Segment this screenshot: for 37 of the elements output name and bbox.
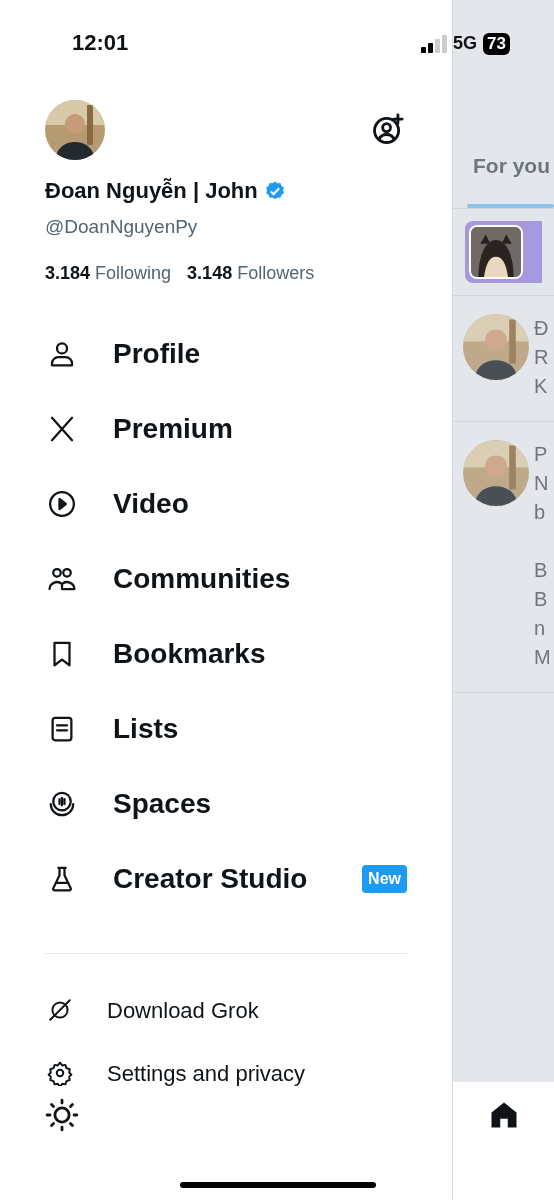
- play-icon: [47, 489, 77, 519]
- profile-name: Đoan Nguyễn | John: [45, 177, 258, 205]
- banner-card[interactable]: [465, 221, 542, 283]
- post-text: n: [534, 616, 547, 641]
- feed-tab[interactable]: For you: [473, 150, 554, 182]
- theme-sun-icon[interactable]: [45, 1097, 79, 1132]
- post-text: B: [534, 558, 549, 583]
- grok-icon: [47, 997, 73, 1023]
- menu-item[interactable]: Communities: [113, 558, 291, 600]
- menu-item[interactable]: Profile: [113, 333, 201, 375]
- menu-item[interactable]: Spaces: [113, 783, 212, 825]
- post-text: B: [534, 587, 549, 612]
- post-text: K: [534, 374, 549, 399]
- status-time: 12:01: [72, 28, 129, 57]
- post-text: M: [534, 645, 551, 670]
- follow-count-link[interactable]: 3.148 Followers: [187, 259, 315, 287]
- post-text: P: [534, 442, 549, 467]
- menu-item[interactable]: Bookmarks: [113, 633, 266, 675]
- profile-handle: @DoanNguyenPy: [44, 215, 199, 239]
- post-text: R: [534, 345, 549, 370]
- menu-item[interactable]: Download Grok: [107, 993, 259, 1027]
- post-text: Đ: [534, 316, 549, 341]
- signal-icon: [421, 34, 448, 53]
- menu-item[interactable]: Settings and privacy: [107, 1056, 306, 1090]
- menu-item[interactable]: Video: [113, 483, 189, 525]
- network-label: 5G: [453, 32, 478, 55]
- menu-item[interactable]: Lists: [113, 708, 179, 750]
- microphone-icon: [47, 789, 77, 819]
- post-text: b: [534, 500, 547, 525]
- follow-count-link[interactable]: 3.184 Following: [45, 259, 172, 287]
- new-badge: New: [362, 865, 407, 893]
- menu-item[interactable]: Premium: [113, 408, 233, 450]
- add-account-icon[interactable]: [371, 112, 405, 146]
- menu-item[interactable]: Creator Studio: [113, 858, 308, 900]
- post-text: N: [534, 471, 550, 496]
- settings-icon: [47, 1060, 73, 1086]
- avatar[interactable]: [45, 100, 105, 160]
